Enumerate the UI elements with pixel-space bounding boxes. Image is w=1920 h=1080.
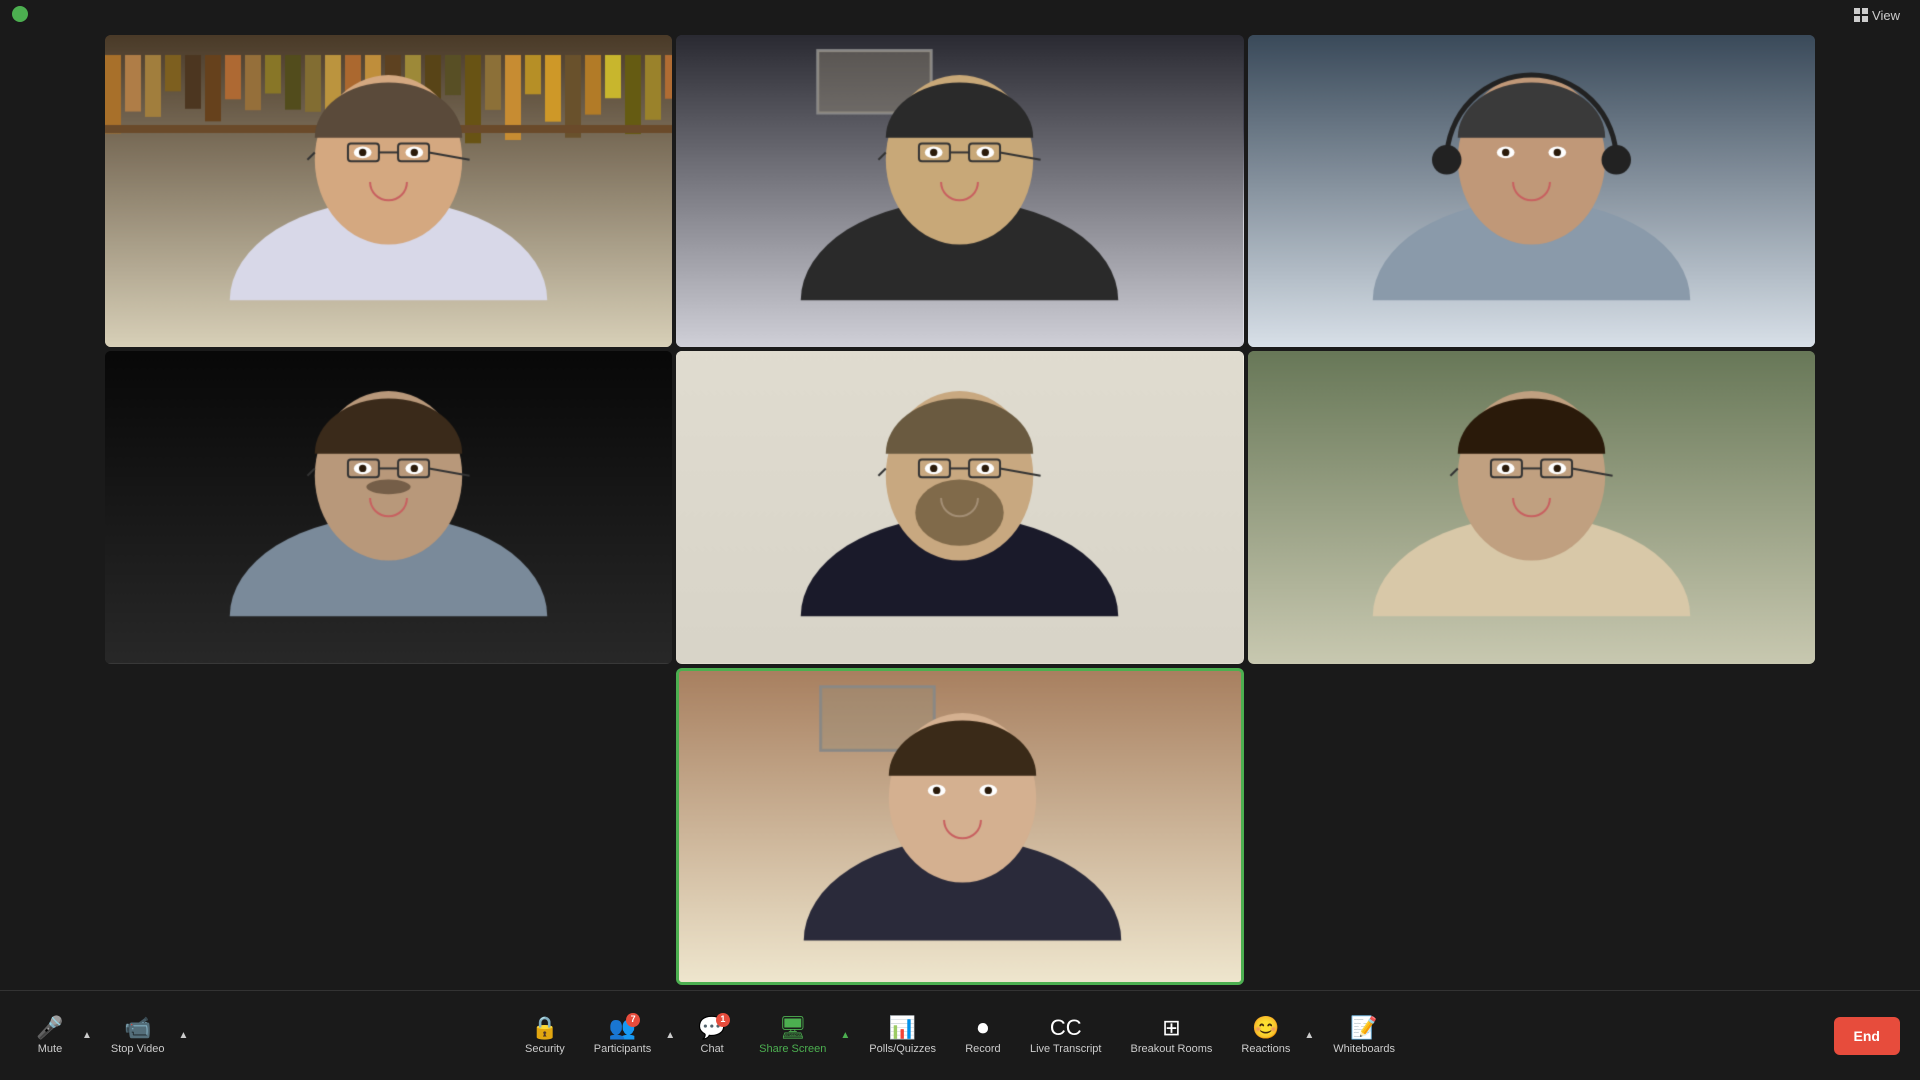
video-cell-p7-active <box>676 668 1243 985</box>
live-transcript-button[interactable]: CC Live Transcript <box>1018 1009 1114 1063</box>
record-label: Record <box>965 1043 1000 1055</box>
video-cell-p5 <box>676 351 1243 663</box>
video-cell-empty-right <box>1248 668 1815 985</box>
toolbar-left-group: 🎤 Mute ▲ 📹 Stop Video ▲ <box>20 1009 190 1063</box>
video-feed-p4 <box>105 351 672 663</box>
whiteboards-icon: 📝 <box>1350 1017 1377 1039</box>
view-icon <box>1854 8 1868 22</box>
microphone-icon: 🎤 <box>36 1017 63 1039</box>
reactions-label: Reactions <box>1241 1043 1290 1055</box>
video-cell-p6 <box>1248 351 1815 663</box>
video-feed-p3 <box>1248 35 1815 347</box>
view-button[interactable]: View <box>1854 8 1900 23</box>
live-transcript-icon: CC <box>1050 1017 1082 1039</box>
view-label: View <box>1872 8 1900 23</box>
chat-label: Chat <box>701 1043 724 1055</box>
reactions-icon: 😊 <box>1252 1017 1279 1039</box>
whiteboards-label: Whiteboards <box>1333 1043 1395 1055</box>
video-icon: 📹 <box>124 1017 151 1039</box>
chat-icon-wrap: 💬1 <box>698 1017 725 1039</box>
toolbar-right-group: End <box>1834 1017 1900 1055</box>
toolbar: 🎤 Mute ▲ 📹 Stop Video ▲ 🔒 Security 👥7 Pa… <box>0 990 1920 1080</box>
video-grid <box>105 35 1815 985</box>
reactions-arrow[interactable]: ▲ <box>1302 1030 1316 1041</box>
chat-badge: 1 <box>716 1013 730 1027</box>
end-button[interactable]: End <box>1834 1017 1900 1055</box>
live-transcript-label: Live Transcript <box>1030 1043 1102 1055</box>
toolbar-center-group: 🔒 Security 👥7 Participants ▲ 💬1 Chat <box>513 1009 1407 1063</box>
video-feed-p7 <box>679 671 1243 985</box>
participants-arrow[interactable]: ▲ <box>663 1030 677 1041</box>
polls-button[interactable]: 📊 Polls/Quizzes <box>857 1009 948 1063</box>
reactions-group: 😊 Reactions ▲ <box>1229 1009 1316 1063</box>
record-group: ⏺ Record <box>953 1009 1013 1063</box>
mute-arrow[interactable]: ▲ <box>80 1030 94 1041</box>
security-icon: 🔒 <box>531 1017 558 1039</box>
security-label: Security <box>525 1043 565 1055</box>
share-screen-icon: 🖥 <box>779 1017 807 1039</box>
stop-video-label: Stop Video <box>111 1043 165 1055</box>
polls-label: Polls/Quizzes <box>869 1043 936 1055</box>
stop-video-group: 📹 Stop Video ▲ <box>99 1009 191 1063</box>
chat-button[interactable]: 💬1 Chat <box>682 1009 742 1063</box>
video-cell-p1 <box>105 35 672 347</box>
video-feed-p1 <box>105 35 672 347</box>
video-cell-p2 <box>676 35 1243 347</box>
breakout-rooms-icon: ⊞ <box>1162 1017 1180 1039</box>
participants-group: 👥7 Participants ▲ <box>582 1009 677 1063</box>
video-feed-p2 <box>676 35 1243 347</box>
mute-group: 🎤 Mute ▲ <box>20 1009 94 1063</box>
share-screen-label: Share Screen <box>759 1043 826 1055</box>
stop-video-button[interactable]: 📹 Stop Video <box>99 1009 177 1063</box>
mute-button[interactable]: 🎤 Mute <box>20 1009 80 1063</box>
participants-badge: 7 <box>626 1013 640 1027</box>
reactions-button[interactable]: 😊 Reactions <box>1229 1009 1302 1063</box>
video-feed-p6 <box>1248 351 1815 663</box>
record-icon: ⏺ <box>977 1017 988 1039</box>
video-cell-empty-left <box>105 668 672 985</box>
zoom-logo <box>12 6 28 22</box>
participants-label: Participants <box>594 1043 651 1055</box>
video-arrow[interactable]: ▲ <box>177 1030 191 1041</box>
participants-button[interactable]: 👥7 Participants <box>582 1009 663 1063</box>
participants-icon-wrap: 👥7 <box>609 1017 636 1039</box>
video-cell-p3 <box>1248 35 1815 347</box>
breakout-rooms-label: Breakout Rooms <box>1130 1043 1212 1055</box>
polls-icon: 📊 <box>889 1017 916 1039</box>
record-button[interactable]: ⏺ Record <box>953 1009 1013 1063</box>
share-screen-button[interactable]: 🖥 Share Screen <box>747 1009 838 1063</box>
breakout-rooms-button[interactable]: ⊞ Breakout Rooms <box>1118 1009 1224 1063</box>
video-feed-p5 <box>676 351 1243 663</box>
share-screen-group: 🖥 Share Screen ▲ <box>747 1009 852 1063</box>
video-cell-p4 <box>105 351 672 663</box>
mute-label: Mute <box>38 1043 62 1055</box>
security-button[interactable]: 🔒 Security <box>513 1009 577 1063</box>
chat-group: 💬1 Chat <box>682 1009 742 1063</box>
whiteboards-button[interactable]: 📝 Whiteboards <box>1321 1009 1407 1063</box>
share-screen-arrow[interactable]: ▲ <box>838 1030 852 1041</box>
top-bar: View <box>0 0 1920 30</box>
